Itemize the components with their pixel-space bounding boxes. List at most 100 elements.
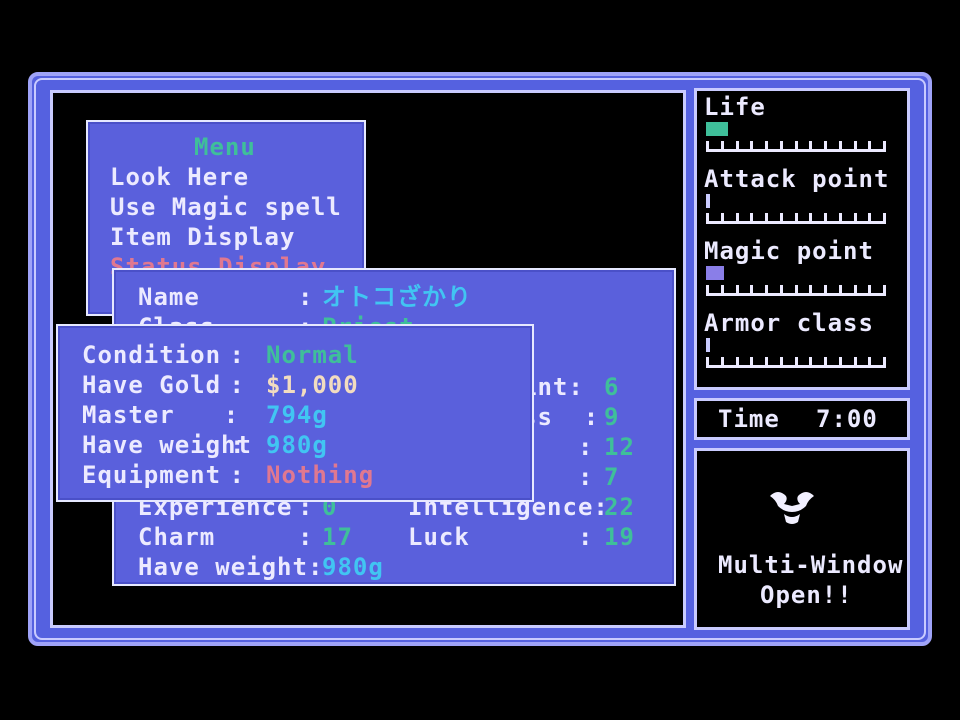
condition-separator: : xyxy=(214,341,261,369)
armor-class-gauge xyxy=(706,338,886,370)
gauge-tick xyxy=(736,357,739,365)
gauge-tick xyxy=(824,213,827,221)
weight-separator: : xyxy=(230,431,261,459)
magic-point-gauge-scale xyxy=(706,285,886,296)
gauge-tick xyxy=(883,213,886,221)
gauge-tick xyxy=(883,141,886,149)
gauge-tick xyxy=(868,285,871,293)
gauge-tick xyxy=(809,285,812,293)
gauge-tick xyxy=(706,357,709,365)
gauge-tick xyxy=(795,285,798,293)
gauge-tick xyxy=(721,141,724,149)
gauge-tick xyxy=(780,213,783,221)
stat-partial-value-4: 7 xyxy=(604,463,620,491)
gauge-tick xyxy=(706,213,709,221)
equipment-label: Equipment xyxy=(82,461,222,489)
gauge-tick xyxy=(854,213,857,221)
gauge-tick xyxy=(839,213,842,221)
luck-separator: : xyxy=(578,523,594,551)
gauge-tick xyxy=(736,141,739,149)
condition-value: Normal xyxy=(266,341,359,369)
attack-point-gauge-scale xyxy=(706,213,886,224)
gauge-tick xyxy=(750,357,753,365)
gauge-tick xyxy=(795,357,798,365)
gauge-tick xyxy=(706,141,709,149)
inventory-window: Condition : Normal Have Gold : $1,000 Ma… xyxy=(56,324,534,502)
gauge-tick xyxy=(883,357,886,365)
gauge-tick xyxy=(795,213,798,221)
name-value: オトコざかり xyxy=(322,283,472,311)
weight-label: Have weight xyxy=(82,431,252,459)
equipment-separator: : xyxy=(214,461,261,489)
condition-label: Condition xyxy=(82,341,222,369)
menu-item-look-here[interactable]: Look Here xyxy=(110,162,249,192)
gauge-tick xyxy=(809,357,812,365)
gauge-tick xyxy=(736,213,739,221)
magic-point-gauge xyxy=(706,266,886,298)
life-gauge xyxy=(706,122,886,154)
luck-value: 19 xyxy=(604,523,635,551)
armor-class-gauge-scale xyxy=(706,357,886,368)
gauge-tick xyxy=(706,285,709,293)
charm-separator: : xyxy=(298,523,314,551)
gauge-tick xyxy=(750,285,753,293)
gauge-tick xyxy=(765,357,768,365)
time-value: 7:00 xyxy=(816,405,878,433)
gauge-tick xyxy=(868,213,871,221)
gold-separator: : xyxy=(214,371,261,399)
gauge-tick xyxy=(795,141,798,149)
attack-point-gauge-fill xyxy=(706,194,710,208)
life-gauge-fill xyxy=(706,122,728,136)
magic-point-label: Magic point xyxy=(704,237,874,265)
gold-label: Have Gold xyxy=(82,371,222,399)
master-label: Master xyxy=(82,401,175,429)
gauge-tick xyxy=(765,213,768,221)
gauge-tick xyxy=(839,285,842,293)
stat-partial-value-1: 6 xyxy=(604,373,620,401)
gauge-tick xyxy=(839,357,842,365)
gauge-tick xyxy=(824,285,827,293)
gauge-tick xyxy=(765,285,768,293)
banner-line-1: Multi-Window xyxy=(718,551,904,579)
status-weight-value: 980g xyxy=(322,553,384,581)
intelligence-value: 22 xyxy=(604,493,635,521)
magic-point-gauge-fill xyxy=(706,266,724,280)
name-label: Name xyxy=(138,283,200,311)
menu-item-use-magic-spell[interactable]: Use Magic spell xyxy=(110,192,342,222)
gauge-tick xyxy=(854,285,857,293)
gauge-tick xyxy=(854,357,857,365)
gauge-tick xyxy=(750,141,753,149)
status-weight-label: Have weight: xyxy=(138,553,324,581)
stat-partial-label-3: : xyxy=(578,433,594,461)
life-gauge-scale xyxy=(706,141,886,152)
name-separator: : xyxy=(298,283,314,311)
armor-class-label: Armor class xyxy=(704,309,874,337)
luck-label: Luck xyxy=(408,523,470,551)
gauge-tick xyxy=(868,357,871,365)
gauge-tick xyxy=(721,213,724,221)
gauge-tick xyxy=(721,285,724,293)
stat-partial-value-3: 12 xyxy=(604,433,635,461)
gauge-tick xyxy=(750,213,753,221)
gauge-tick xyxy=(765,141,768,149)
gauge-tick xyxy=(868,141,871,149)
gauge-tick xyxy=(839,141,842,149)
attack-point-label: Attack point xyxy=(704,165,890,193)
attack-point-gauge xyxy=(706,194,886,226)
gauge-tick xyxy=(824,357,827,365)
menu-item-item-display[interactable]: Item Display xyxy=(110,222,295,252)
equipment-value: Nothing xyxy=(266,461,375,489)
weight-value: 980g xyxy=(266,431,328,459)
gold-value: $1,000 xyxy=(266,371,359,399)
gauge-tick xyxy=(780,357,783,365)
gauge-tick xyxy=(809,141,812,149)
time-label: Time xyxy=(718,405,780,433)
gauge-tick xyxy=(736,285,739,293)
stat-partial-value-2: 9 xyxy=(604,403,620,431)
charm-value: 17 xyxy=(322,523,353,551)
gauge-tick xyxy=(824,141,827,149)
stat-partial-label-4: : xyxy=(578,463,594,491)
gauge-tick xyxy=(883,285,886,293)
gauge-tick xyxy=(780,141,783,149)
life-label: Life xyxy=(704,93,766,121)
